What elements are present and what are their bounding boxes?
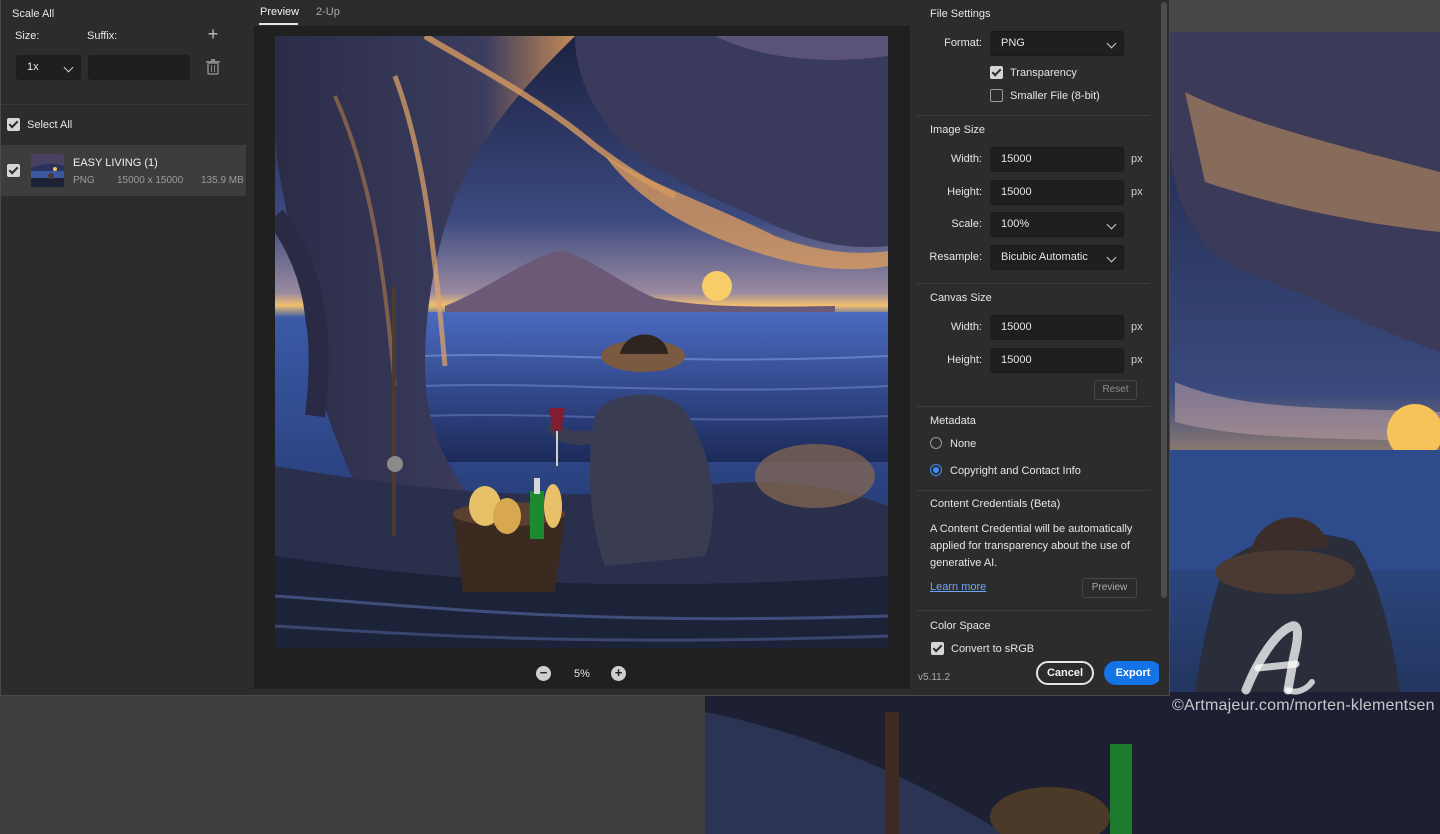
artmajeur-logo [1241, 621, 1315, 695]
format-select-value: PNG [1001, 37, 1025, 49]
resample-select[interactable]: Bicubic Automatic [990, 245, 1124, 270]
content-credentials-description: A Content Credential will be automatical… [930, 523, 1133, 569]
chevron-down-icon [1106, 38, 1117, 49]
asset-dimensions: 15000 x 15000 [117, 175, 184, 186]
background-toolbar [1170, 0, 1440, 32]
canvas-width-input[interactable]: 15000 [990, 315, 1124, 340]
resample-select-value: Bicubic Automatic [1001, 251, 1088, 263]
size-select-value: 1x [27, 61, 39, 73]
watermark-text: ©Artmajeur.com/morten-klementsen [1172, 697, 1435, 714]
zoom-in-icon[interactable]: + [611, 666, 626, 681]
preview-tabs: Preview 2-Up [254, 0, 910, 26]
metadata-title: Metadata [930, 415, 976, 427]
zoom-level: 5% [574, 668, 590, 680]
size-label: Size: [15, 30, 40, 42]
canvas-size-title: Canvas Size [930, 292, 992, 304]
format-label: Format: [944, 37, 982, 49]
tab-preview[interactable]: Preview [260, 6, 299, 18]
metadata-none-label: None [950, 438, 977, 450]
section-divider [917, 283, 1150, 284]
canvas-width-unit: px [1131, 321, 1143, 333]
canvas-height-label: Height: [947, 354, 982, 366]
background-canvas-area [0, 696, 705, 834]
color-space-title: Color Space [930, 620, 991, 632]
scale-all-title: Scale All [12, 8, 55, 20]
image-height-input[interactable]: 15000 [990, 180, 1124, 205]
tab-2-up[interactable]: 2-Up [316, 6, 340, 18]
transparency-label: Transparency [1010, 67, 1077, 79]
scale-select[interactable]: 100% [990, 212, 1124, 237]
add-scale-icon[interactable]: + [205, 25, 221, 43]
asset-thumbnail [31, 154, 64, 187]
active-tab-indicator [259, 23, 298, 25]
left-divider [1, 104, 246, 105]
asset-checkbox[interactable] [7, 164, 20, 177]
scale-label: Scale: [951, 218, 982, 230]
export-button[interactable]: Export [1104, 661, 1162, 685]
select-all-checkbox[interactable] [7, 118, 20, 131]
size-select[interactable]: 1x [16, 55, 81, 80]
scrollbar-thumb[interactable] [1161, 2, 1167, 598]
zoom-out-icon[interactable]: − [536, 666, 551, 681]
export-as-dialog: Scale All Size: Suffix: + 1x Select All [0, 0, 1170, 696]
height-unit: px [1131, 186, 1143, 198]
convert-srgb-checkbox[interactable] [931, 642, 944, 655]
transparency-checkbox[interactable] [990, 66, 1003, 79]
convert-srgb-label: Convert to sRGB [951, 643, 1035, 655]
select-all-label: Select All [27, 119, 73, 131]
suffix-input[interactable] [88, 55, 190, 80]
smaller-file-label: Smaller File (8-bit) [1010, 90, 1100, 102]
file-settings-title: File Settings [930, 8, 991, 20]
suffix-label: Suffix: [87, 30, 118, 42]
canvas-height-input[interactable]: 15000 [990, 348, 1124, 373]
section-divider [917, 610, 1150, 611]
preview-image [275, 36, 888, 648]
learn-more-link[interactable]: Learn more [930, 581, 986, 593]
metadata-copyright-radio[interactable] [930, 464, 942, 476]
resample-label: Resample: [929, 251, 982, 263]
trash-icon[interactable] [206, 59, 220, 75]
image-size-title: Image Size [930, 124, 986, 136]
asset-row[interactable]: EASY LIVING (1) PNG 15000 x 15000 135.9 … [1, 145, 246, 196]
height-label: Height: [947, 186, 982, 198]
width-label: Width: [950, 153, 982, 165]
preview-area: Preview 2-Up − 5% + [254, 0, 910, 689]
section-divider [917, 115, 1150, 116]
version-label: v5.11.2 [918, 672, 951, 683]
settings-scrollbar[interactable] [1159, 0, 1169, 695]
asset-filesize: 135.9 MB [201, 175, 244, 186]
chevron-down-icon [1106, 252, 1117, 263]
content-credentials-preview-button[interactable]: Preview [1082, 578, 1137, 598]
content-credentials-title: Content Credentials (Beta) [930, 498, 1061, 510]
reset-button[interactable]: Reset [1094, 380, 1137, 400]
asset-name: EASY LIVING (1) [73, 157, 158, 169]
format-select[interactable]: PNG [990, 31, 1124, 56]
cancel-button[interactable]: Cancel [1036, 661, 1094, 685]
scale-select-value: 100% [1001, 218, 1030, 230]
width-unit: px [1131, 153, 1143, 165]
canvas-width-label: Width: [950, 321, 982, 333]
asset-format: PNG [73, 175, 95, 186]
metadata-none-radio[interactable] [930, 437, 942, 449]
chevron-down-icon [63, 62, 74, 73]
settings-panel: File Settings Format: PNG Transparency S… [917, 0, 1162, 695]
metadata-copyright-label: Copyright and Contact Info [950, 465, 1081, 477]
canvas-height-unit: px [1131, 354, 1143, 366]
chevron-down-icon [1106, 219, 1117, 230]
smaller-file-checkbox[interactable] [990, 89, 1003, 102]
image-width-input[interactable]: 15000 [990, 147, 1124, 172]
assets-panel: Scale All Size: Suffix: + 1x Select All [1, 0, 246, 695]
section-divider [917, 490, 1150, 491]
section-divider [917, 406, 1150, 407]
zoom-controls: − 5% + [254, 660, 910, 689]
